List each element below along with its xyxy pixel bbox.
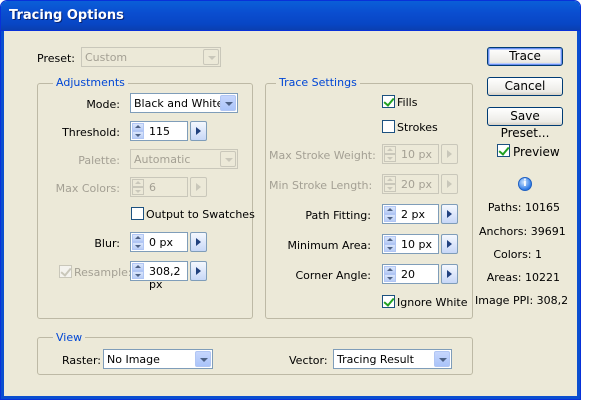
resample-checkbox[interactable] [59, 265, 72, 278]
minimum-area-stepper[interactable] [384, 236, 396, 252]
threshold-value: 115 [149, 125, 170, 138]
min-stroke-length-label: Min Stroke Length: [269, 179, 373, 192]
chevron-down-icon[interactable] [195, 351, 211, 367]
adjustments-group [37, 83, 253, 319]
info-icon: i [518, 177, 532, 191]
palette-label: Palette: [78, 154, 120, 167]
path-fitting-stepper[interactable] [384, 206, 396, 222]
preview-label[interactable]: Preview [513, 145, 560, 159]
ignore-white-checkbox[interactable] [382, 295, 395, 308]
path-fitting-value: 2 px [401, 208, 425, 221]
path-fitting-field[interactable]: 2 px [382, 204, 458, 224]
raster-label: Raster: [62, 354, 101, 367]
chevron-down-icon[interactable] [220, 95, 236, 111]
mode-dropdown[interactable]: Black and White [130, 93, 238, 113]
min-stroke-length-value: 20 px [401, 178, 432, 191]
vector-label: Vector: [289, 354, 328, 367]
slider-arrow-icon[interactable] [441, 204, 458, 224]
max-stroke-weight-value: 10 px [401, 148, 432, 161]
slider-arrow-icon[interactable] [190, 232, 207, 252]
adjustments-title: Adjustments [53, 76, 128, 89]
corner-angle-field[interactable]: 20 [382, 264, 458, 284]
max-colors-field[interactable]: 6 [130, 177, 207, 197]
resample-value: 308,2 px [149, 265, 181, 291]
threshold-label: Threshold: [62, 126, 120, 139]
vector-value: Tracing Result [337, 353, 414, 366]
threshold-stepper[interactable] [132, 123, 144, 139]
vector-dropdown[interactable]: Tracing Result [333, 349, 452, 369]
tracing-options-dialog: Tracing Options Preset: Custom Adjustmen… [0, 0, 581, 400]
title-bar[interactable]: Tracing Options [1, 1, 580, 31]
chevron-down-icon[interactable] [434, 351, 450, 367]
blur-label: Blur: [94, 237, 120, 250]
max-stroke-weight-label: Max Stroke Weight: [269, 149, 376, 162]
max-stroke-weight-field[interactable]: 10 px [382, 144, 458, 164]
ignore-white-label[interactable]: Ignore White [397, 296, 467, 309]
slider-arrow-icon[interactable] [190, 261, 207, 281]
image-ppi-stat: Image PPI: 308,2 [475, 294, 569, 307]
min-stroke-length-field[interactable]: 20 px [382, 174, 458, 194]
window-frame-bottom [1, 396, 580, 399]
path-fitting-label: Path Fitting: [305, 209, 371, 222]
slider-arrow-icon[interactable] [441, 264, 458, 284]
max-colors-label: Max Colors: [55, 182, 120, 195]
slider-arrow-icon[interactable] [190, 177, 207, 197]
raster-dropdown[interactable]: No Image [103, 349, 213, 369]
colors-stat: Colors: 1 [493, 248, 542, 261]
resample-stepper[interactable] [132, 263, 144, 279]
anchors-stat: Anchors: 39691 [479, 225, 566, 238]
paths-stat: Paths: 10165 [487, 201, 560, 214]
preview-checkbox[interactable] [497, 144, 510, 157]
slider-arrow-icon[interactable] [441, 174, 458, 194]
corner-angle-value: 20 [401, 268, 415, 281]
trace-settings-title: Trace Settings [276, 76, 360, 89]
mode-label: Mode: [86, 98, 120, 111]
fills-checkbox[interactable] [382, 95, 395, 108]
fills-label[interactable]: Fills [397, 96, 417, 109]
window-frame-left [1, 31, 4, 399]
max-colors-value: 6 [149, 181, 156, 194]
minimum-area-value: 10 px [401, 238, 432, 251]
strokes-checkbox[interactable] [382, 120, 395, 133]
palette-value: Automatic [134, 153, 191, 166]
min-stroke-length-stepper[interactable] [384, 176, 396, 192]
resample-field[interactable]: 308,2 px [130, 261, 207, 291]
minimum-area-field[interactable]: 10 px [382, 234, 458, 254]
strokes-label[interactable]: Strokes [397, 121, 438, 134]
threshold-field[interactable]: 115 [130, 121, 207, 141]
dialog-title: Tracing Options [9, 8, 124, 23]
mode-value: Black and White [134, 97, 224, 110]
preset-dropdown[interactable]: Custom [81, 47, 221, 67]
max-colors-stepper[interactable] [132, 179, 144, 195]
view-title: View [53, 331, 86, 344]
blur-field[interactable]: 0 px [130, 232, 207, 252]
window-frame-right [577, 31, 580, 399]
areas-stat: Areas: 10221 [486, 271, 560, 284]
resample-label[interactable]: Resample: [74, 266, 132, 279]
chevron-down-icon[interactable] [203, 49, 219, 65]
preset-value: Custom [85, 51, 128, 64]
trace-button[interactable]: Trace [487, 47, 563, 66]
max-stroke-weight-stepper[interactable] [384, 146, 396, 162]
slider-arrow-icon[interactable] [441, 144, 458, 164]
output-to-swatches-checkbox[interactable] [131, 207, 144, 220]
palette-dropdown[interactable]: Automatic [130, 149, 238, 169]
save-preset-button[interactable]: Save Preset... [487, 107, 563, 140]
blur-stepper[interactable] [132, 234, 144, 250]
preset-label: Preset: [37, 52, 76, 65]
blur-value: 0 px [149, 236, 173, 249]
corner-angle-stepper[interactable] [384, 266, 396, 282]
minimum-area-label: Minimum Area: [287, 239, 372, 252]
slider-arrow-icon[interactable] [190, 121, 207, 141]
corner-angle-label: Corner Angle: [295, 269, 371, 282]
chevron-down-icon[interactable] [220, 151, 236, 167]
cancel-button[interactable]: Cancel [487, 77, 563, 96]
output-to-swatches-label[interactable]: Output to Swatches [146, 208, 255, 221]
raster-value: No Image [107, 353, 160, 366]
slider-arrow-icon[interactable] [441, 234, 458, 254]
